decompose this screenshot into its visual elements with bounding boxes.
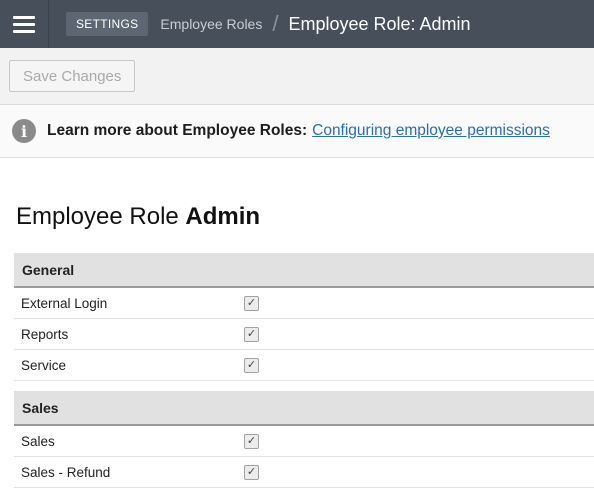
checkbox-sales-refund[interactable]: ✓ bbox=[244, 464, 259, 480]
top-bar: SETTINGS Employee Roles / Employee Role:… bbox=[0, 0, 594, 48]
info-bar: i Learn more about Employee Roles: Confi… bbox=[0, 105, 594, 158]
save-changes-button[interactable]: Save Changes bbox=[9, 60, 136, 92]
checkbox-service[interactable]: ✓ bbox=[244, 357, 259, 373]
permission-label: External Login bbox=[21, 295, 108, 311]
section-header-sales: Sales bbox=[14, 391, 594, 426]
permission-row: Reports ✓ bbox=[14, 319, 594, 350]
menu-button[interactable] bbox=[0, 0, 49, 48]
permission-label: Sales - Refund bbox=[21, 464, 111, 480]
permissions-table: General External Login ✓ Reports ✓ Servi… bbox=[14, 253, 594, 488]
heading-prefix: Employee Role bbox=[16, 203, 179, 230]
breadcrumb-separator: / bbox=[272, 11, 279, 36]
role-heading: Employee Role Admin bbox=[16, 203, 594, 231]
permission-label: Service bbox=[21, 357, 67, 373]
permission-row: External Login ✓ bbox=[14, 288, 594, 319]
checkbox-sales[interactable]: ✓ bbox=[244, 433, 259, 449]
page-title: Employee Role: Admin bbox=[288, 13, 471, 34]
section-header-general: General bbox=[14, 253, 594, 288]
permission-row: Sales - Refund ✓ bbox=[14, 457, 594, 488]
checkbox-external-login[interactable]: ✓ bbox=[244, 295, 259, 311]
permission-row: Sales ✓ bbox=[14, 426, 594, 457]
permission-row: Service ✓ bbox=[14, 350, 594, 381]
checkbox-reports[interactable]: ✓ bbox=[244, 326, 259, 342]
heading-role-name: Admin bbox=[185, 203, 261, 230]
breadcrumb-employee-roles[interactable]: Employee Roles bbox=[160, 16, 262, 32]
info-icon: i bbox=[12, 119, 36, 143]
permission-label: Sales bbox=[21, 433, 55, 449]
info-text: Learn more about Employee Roles: bbox=[47, 122, 308, 139]
toolbar: Save Changes bbox=[0, 48, 594, 105]
permissions-help-link[interactable]: Configuring employee permissions bbox=[312, 122, 550, 140]
permission-label: Reports bbox=[21, 326, 69, 342]
hamburger-icon bbox=[13, 12, 35, 37]
settings-button[interactable]: SETTINGS bbox=[66, 12, 149, 36]
